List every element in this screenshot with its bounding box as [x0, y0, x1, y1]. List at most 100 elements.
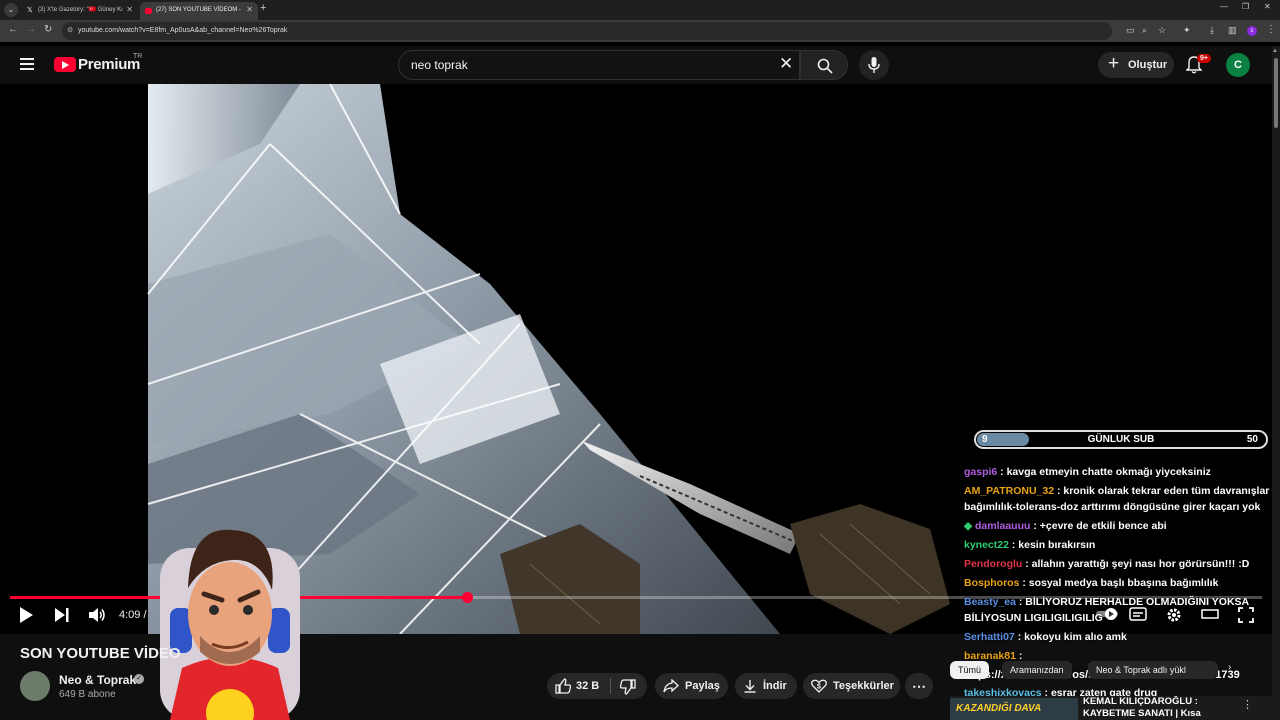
youtube-favicon-icon: [145, 8, 152, 14]
notification-count-badge: 9+: [1197, 54, 1211, 63]
youtube-header: Premium TR neo toprak ✕ + Oluştur 9+ C: [0, 46, 1272, 84]
chip-channel[interactable]: Neo & Toprak adlı yükl: [1088, 661, 1218, 679]
voice-search-button[interactable]: [859, 50, 889, 80]
chat-username: damlaauuu: [975, 520, 1031, 532]
chevron-right-icon[interactable]: ›: [1228, 662, 1231, 673]
streamer-avatar-illustration: [160, 529, 300, 720]
sub-goal-target: 50: [1246, 434, 1258, 445]
stream-chat-overlay: gaspi6 : kavga etmeyin chatte okmağı yiy…: [964, 464, 1274, 667]
chat-username: Beasty_ea: [964, 596, 1016, 608]
tab-title: (3) X'te Gazetory: "🇹🇷 Güney Kı: [38, 7, 123, 13]
bookmark-star-icon[interactable]: ☆: [1158, 25, 1166, 36]
chat-text: : kokoyu kim alıo amk: [1014, 631, 1127, 643]
recommended-thumbnail[interactable]: KAZANDIĞI DAVA: [950, 698, 1078, 720]
sub-goal-label: GÜNLUK SUB: [1087, 434, 1155, 445]
time-display: 4:09 /: [119, 609, 147, 621]
zoom-icon[interactable]: ⌕: [1142, 25, 1147, 36]
like-button[interactable]: 32 B: [547, 673, 609, 699]
browser-tab-youtube[interactable]: (27) SON YOUTUBE VİDEOM - ✕: [140, 2, 258, 20]
microphone-icon: [868, 57, 880, 73]
minimize-icon[interactable]: —: [1220, 2, 1228, 11]
menu-icon[interactable]: [20, 58, 34, 70]
chat-username: Serhatti07: [964, 631, 1015, 643]
verified-check-icon: ✓: [134, 674, 144, 684]
browser-menu-icon[interactable]: ⋮: [1266, 24, 1276, 35]
chat-message: Pendoroglu : allahın yarattığı şeyi nası…: [964, 556, 1274, 572]
site-info-icon[interactable]: ⚙: [67, 22, 73, 40]
extensions-icon[interactable]: ✦: [1183, 25, 1191, 36]
thumbs-up-icon: [555, 678, 571, 694]
download-button[interactable]: İndir: [735, 673, 797, 699]
plus-icon: +: [1108, 53, 1120, 74]
recommended-title[interactable]: KEMAL KILIÇDAROĞLU : KAYBETME SANATI | K…: [1083, 696, 1213, 720]
share-icon: [663, 679, 679, 693]
download-label: İndir: [763, 680, 787, 692]
chat-message: Beasty_ea : BİLİYORUZ HERHALDE OLMADIĞIN…: [964, 594, 1274, 626]
progress-scrubber[interactable]: [462, 592, 473, 603]
chat-text: : kesin bırakırsın: [1008, 539, 1096, 551]
browser-tab-x[interactable]: 𝕏 (3) X'te Gazetory: "🇹🇷 Güney Kı ✕: [22, 2, 138, 20]
x-logo-icon: 𝕏: [27, 7, 33, 14]
share-label: Paylaş: [685, 680, 720, 692]
thumbs-down-icon: [620, 679, 636, 695]
like-dislike-group: 32 B: [547, 673, 647, 699]
youtube-logo-icon[interactable]: [54, 57, 76, 72]
country-code: TR: [133, 53, 143, 60]
create-button[interactable]: + Oluştur: [1098, 52, 1174, 78]
chat-username: Pendoroglu: [964, 558, 1023, 570]
recommended-video[interactable]: KAZANDIĞI DAVA KEMAL KILIÇDAROĞLU : KAYB…: [950, 696, 1272, 720]
channel-avatar[interactable]: [20, 671, 50, 701]
next-icon[interactable]: [54, 606, 70, 624]
close-window-icon[interactable]: ✕: [1264, 2, 1271, 11]
chat-message: AM_PATRONU_32 : kronik olarak tekrar ede…: [964, 483, 1274, 515]
search-button[interactable]: [800, 50, 848, 80]
back-icon[interactable]: ←: [8, 24, 18, 35]
chat-message: Bosphoros : sosyal medya başlı bbaşına b…: [964, 575, 1274, 591]
chat-text: : +çevre de etkili bence abi: [1030, 520, 1167, 532]
download-icon: [744, 680, 756, 693]
cast-icon[interactable]: ▭: [1126, 25, 1135, 36]
chat-username: Bosphoros: [964, 577, 1020, 589]
browser-tab-bar: ⌄ 𝕏 (3) X'te Gazetory: "🇹🇷 Güney Kı ✕ (2…: [0, 0, 1280, 20]
search-input[interactable]: neo toprak: [398, 50, 800, 80]
chat-username: gaspi6: [964, 466, 998, 478]
video-title: SON YOUTUBE VİDEO: [20, 645, 181, 662]
close-tab-icon[interactable]: ✕: [246, 2, 253, 18]
chat-message: gaspi6 : kavga etmeyin chatte okmağı yiy…: [964, 464, 1274, 480]
chat-message: Serhatti07 : kokoyu kim alıo amk: [964, 629, 1274, 645]
scroll-up-icon[interactable]: ▲: [1272, 48, 1278, 54]
chip-all[interactable]: Tümü: [950, 661, 990, 679]
svg-text:$: $: [817, 684, 821, 691]
brand-label[interactable]: Premium: [78, 56, 140, 73]
dislike-button[interactable]: [611, 673, 647, 699]
more-actions-button[interactable]: ⋯: [905, 673, 933, 699]
profile-avatar-icon[interactable]: c: [1247, 26, 1257, 36]
play-icon[interactable]: [18, 606, 34, 624]
chat-text: : sosyal medya başlı bbaşına bağımlılık: [1019, 577, 1219, 589]
sidebar-icon[interactable]: ▥: [1228, 25, 1237, 36]
tab-title: (27) SON YOUTUBE VİDEOM -: [156, 7, 241, 13]
share-button[interactable]: Paylaş: [655, 673, 728, 699]
url-text: youtube.com/watch?v=E8fm_Ap0usA&ab_chann…: [78, 27, 288, 34]
scroll-thumb[interactable]: [1274, 58, 1278, 128]
subscriber-count: 649 B abone: [59, 689, 116, 700]
channel-name[interactable]: Neo & Toprak: [59, 673, 136, 687]
restore-icon[interactable]: ❐: [1242, 2, 1249, 11]
chip-from-search[interactable]: Aramanızdan: [1002, 661, 1072, 679]
url-field[interactable]: ⚙ youtube.com/watch?v=E8fm_Ap0usA&ab_cha…: [62, 22, 1112, 40]
more-options-icon[interactable]: ⋮: [1242, 698, 1253, 711]
create-label: Oluştur: [1128, 59, 1168, 71]
chat-message: kynect22 : kesin bırakırsın: [964, 537, 1274, 553]
chat-username: kynect22: [964, 539, 1009, 551]
new-tab-icon[interactable]: +: [260, 2, 266, 14]
thanks-button[interactable]: $ Teşekkürler: [803, 673, 900, 699]
thanks-label: Teşekkürler: [833, 680, 894, 692]
reload-icon[interactable]: ↻: [44, 24, 52, 35]
volume-icon[interactable]: [88, 606, 106, 624]
account-avatar[interactable]: C: [1226, 53, 1250, 77]
clear-search-icon[interactable]: ✕: [779, 54, 793, 74]
close-tab-icon[interactable]: ✕: [126, 2, 133, 18]
forward-icon[interactable]: →: [26, 24, 36, 35]
download-icon[interactable]: ⤓: [1210, 25, 1214, 36]
tab-list-button[interactable]: ⌄: [4, 3, 18, 17]
